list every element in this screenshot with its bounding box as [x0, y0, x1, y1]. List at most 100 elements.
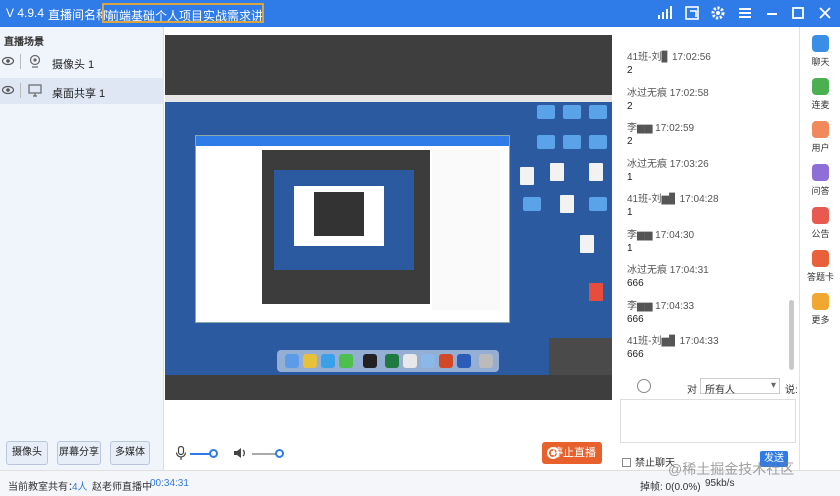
minimize-icon[interactable] — [764, 5, 780, 21]
chat-sender: 李▆▆ 17:02:59 — [627, 123, 695, 134]
chat-message: 冰过无痕 17:03:26 1 — [627, 155, 709, 183]
scene-item-label: 摄像头 1 — [52, 59, 95, 71]
folder-icon — [563, 105, 581, 119]
folder-icon — [537, 135, 555, 149]
chat-target-select[interactable]: 所有人 — [700, 378, 780, 396]
file-icon — [589, 283, 603, 301]
rail-item-label: 连麦 — [811, 100, 830, 110]
word-icon — [457, 354, 471, 368]
rail-item[interactable]: 公告 — [800, 203, 840, 243]
chat-message: 41班-刘▊ 17:02:56 2 — [627, 48, 711, 76]
rail-item[interactable]: 连麦 — [800, 74, 840, 114]
chat-sender: 冰过无痕 17:03:26 — [627, 158, 709, 170]
speaker-icon[interactable] — [233, 446, 247, 460]
rail-item-label: 答题卡 — [806, 272, 834, 282]
rail-item[interactable]: 更多 — [800, 289, 840, 329]
question-icon — [812, 164, 829, 181]
rail-item[interactable]: 聊天 — [800, 31, 840, 71]
share-window-icon[interactable] — [684, 5, 700, 21]
chat-message: 冰过无痕 17:02:58 2 — [627, 84, 709, 112]
rail-item-label: 聊天 — [811, 57, 830, 67]
live-duration: 00:34:31 — [150, 478, 189, 489]
chat-text: 2 — [627, 65, 633, 76]
stop-live-button[interactable]: 停止直播 — [542, 442, 602, 464]
chat-sender: 41班-刘▆▊ 17:04:33 — [627, 336, 719, 347]
camera-source-button[interactable]: 摄像头 — [6, 441, 48, 465]
scene-item-screen-share[interactable]: 桌面共享 1 — [0, 78, 164, 104]
frame-drop: 掉帧: 0(0.0%) — [640, 482, 701, 493]
chat-toolbar: 对 所有人 说: — [613, 378, 798, 396]
screen-share-icon — [28, 84, 42, 97]
emoji-icon[interactable] — [637, 379, 651, 393]
chat-sender: 李▆▆ 17:04:33 — [627, 300, 695, 312]
folder-icon — [589, 197, 607, 211]
signal-icon[interactable] — [657, 5, 673, 21]
close-icon[interactable] — [817, 5, 833, 21]
chat-text: 1 — [627, 207, 633, 218]
chat-scrollbar[interactable] — [789, 300, 794, 370]
chat-message: 41班-刘▆▊ 17:04:28 1 — [627, 190, 719, 218]
wechat-icon — [339, 354, 353, 368]
bitrate: 95kb/s — [705, 478, 735, 489]
tool-rail: 聊天连麦用户问答 公告答题卡更多 — [799, 27, 840, 470]
chat-say-label: 说: — [785, 385, 798, 396]
powerpoint-icon — [439, 354, 453, 368]
chat-panel: 41班-刘▊ 17:02:56 2 冰过无痕 17:02:58 2 李▆▆ 17:02:… — [613, 35, 798, 378]
folder-icon — [589, 105, 607, 119]
safari-icon — [321, 354, 335, 368]
chat-text: 666 — [627, 349, 644, 360]
chat-to-label: 对 — [687, 385, 697, 396]
stop-icon — [547, 447, 559, 459]
app-version: V 4.9.4 — [6, 6, 45, 20]
cloud-icon — [421, 354, 435, 368]
rail-item[interactable]: 用户 — [800, 117, 840, 157]
chat-text: 2 — [627, 100, 633, 112]
typora-icon — [403, 354, 417, 368]
speaker-volume-slider[interactable] — [275, 449, 284, 458]
room-name-field[interactable]: 前端基础个人项目实战需求讲解 — [102, 3, 264, 23]
desktop-menu-bar — [165, 95, 612, 102]
excel-icon — [385, 354, 399, 368]
chat-sender: 41班-刘▆▊ 17:04:28 — [627, 194, 719, 205]
notice-icon — [812, 207, 829, 224]
gear-icon[interactable] — [710, 5, 726, 21]
live-teacher-status: 赵老师直播中 — [92, 482, 152, 493]
chat-message: 李▆▆ 17:04:33 666 — [627, 297, 694, 325]
chat-message: 李▆▆ 17:04:30 1 — [627, 226, 694, 254]
chat-text: 1 — [627, 242, 633, 254]
chat-message: 李▆▆ 17:02:59 2 — [627, 119, 694, 147]
scene-item-label: 桌面共享 1 — [52, 88, 106, 100]
nested-app-window — [195, 135, 510, 323]
rail-item-label: 用户 — [811, 143, 830, 153]
file-icon — [560, 195, 574, 213]
more-grid-icon — [812, 293, 829, 310]
screen-share-button[interactable]: 屏幕分享 — [57, 441, 101, 465]
maximize-icon[interactable] — [790, 5, 806, 21]
rail-item[interactable]: 问答 — [800, 160, 840, 200]
terminal-icon — [363, 354, 377, 368]
watermark: @稀土掘金技术社区 — [668, 461, 795, 477]
chat-sender: 李▆▆ 17:04:30 — [627, 229, 695, 241]
file-icon — [580, 235, 594, 253]
chat-input[interactable] — [620, 399, 796, 443]
chat-sender: 冰过无痕 17:04:31 — [627, 265, 709, 276]
menu-icon[interactable] — [737, 5, 753, 21]
eye-icon[interactable] — [2, 84, 14, 96]
chat-message: 41班-刘▆▊ 17:04:33 666 — [627, 332, 719, 360]
scene-item-camera[interactable]: 摄像头 1 — [0, 49, 164, 75]
rail-item[interactable]: 答题卡 — [800, 246, 840, 286]
divider — [20, 83, 21, 98]
chat-sender: 41班-刘▊ 17:02:56 — [627, 52, 711, 63]
multimedia-button[interactable]: 多媒体 — [110, 441, 150, 465]
checkbox-icon[interactable] — [622, 458, 631, 467]
nested-title-bar — [196, 136, 509, 146]
eye-icon[interactable] — [2, 55, 14, 67]
trash-icon — [479, 354, 493, 368]
title-bar: V 4.9.4 直播间名称: 前端基础个人项目实战需求讲解 — [0, 0, 840, 27]
file-icon — [520, 167, 534, 185]
answer-card-icon — [812, 250, 829, 267]
camera-icon — [29, 54, 41, 68]
mic-volume-slider[interactable] — [208, 449, 218, 458]
microphone-icon[interactable] — [175, 446, 187, 460]
chat-text: 2 — [627, 136, 633, 147]
